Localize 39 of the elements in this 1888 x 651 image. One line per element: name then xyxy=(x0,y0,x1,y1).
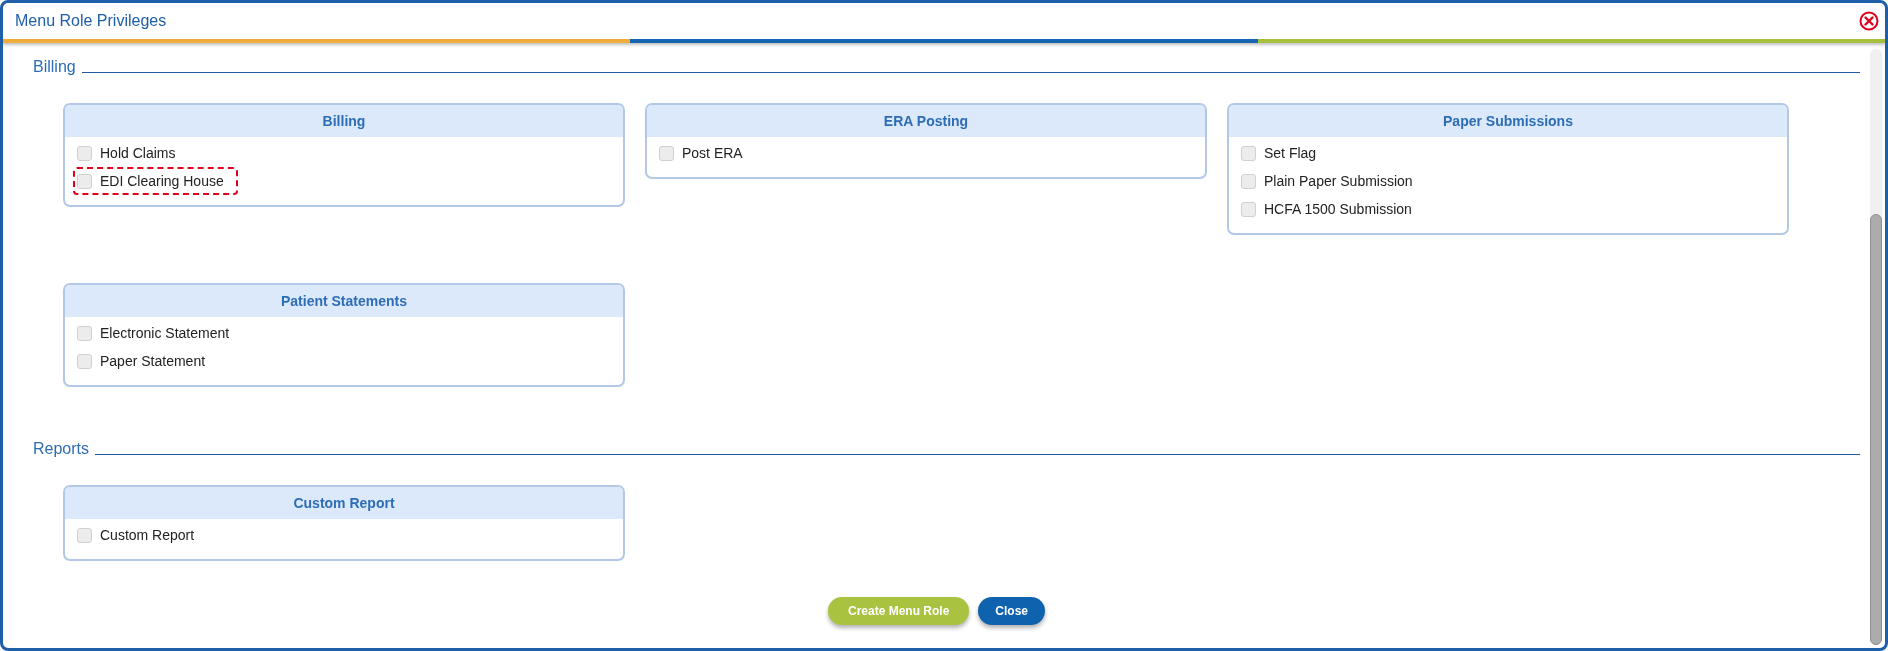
privilege-option[interactable]: Set Flag xyxy=(1237,139,1331,167)
option-label: Paper Statement xyxy=(100,353,206,369)
privilege-option[interactable]: Hold Claims xyxy=(73,139,190,167)
checkbox[interactable] xyxy=(77,173,92,189)
privilege-option[interactable]: Plain Paper Submission xyxy=(1237,167,1427,195)
option-label: Electronic Statement xyxy=(100,325,230,341)
privilege-option[interactable]: EDI Clearing House xyxy=(73,167,238,195)
section-title: Billing xyxy=(33,57,76,77)
card-header: Billing xyxy=(65,105,623,137)
privilege-option[interactable]: Paper Statement xyxy=(73,347,220,375)
checkbox[interactable] xyxy=(1241,201,1256,217)
checkbox[interactable] xyxy=(77,353,92,369)
checkbox[interactable] xyxy=(77,145,92,161)
scrollbar[interactable] xyxy=(1870,49,1882,645)
option-label: Custom Report xyxy=(100,527,195,543)
section-title: Reports xyxy=(33,439,90,459)
close-icon[interactable] xyxy=(1859,11,1879,31)
option-label: EDI Clearing House xyxy=(100,173,224,189)
option-label: Post ERA xyxy=(682,145,743,161)
option-label: Hold Claims xyxy=(100,145,176,161)
option-label: HCFA 1500 Submission xyxy=(1264,201,1412,217)
checkbox[interactable] xyxy=(1241,145,1256,161)
privilege-option[interactable]: HCFA 1500 Submission xyxy=(1237,195,1426,223)
privilege-option[interactable]: Electronic Statement xyxy=(73,319,244,347)
window-title: Menu Role Privileges xyxy=(15,12,167,30)
close-button[interactable]: Close xyxy=(978,597,1045,625)
scrollbar-thumb[interactable] xyxy=(1870,213,1882,645)
checkbox[interactable] xyxy=(659,145,674,161)
card-header: Paper Submissions xyxy=(1229,105,1787,137)
checkbox[interactable] xyxy=(1241,173,1256,189)
checkbox[interactable] xyxy=(77,527,92,543)
privilege-option[interactable]: Custom Report xyxy=(73,521,209,549)
checkbox[interactable] xyxy=(77,325,92,341)
card-header: Patient Statements xyxy=(65,285,623,317)
privilege-option[interactable]: Post ERA xyxy=(655,139,757,167)
option-label: Set Flag xyxy=(1264,145,1317,161)
option-label: Plain Paper Submission xyxy=(1264,173,1413,189)
card-header: Custom Report xyxy=(65,487,623,519)
card-header: ERA Posting xyxy=(647,105,1205,137)
